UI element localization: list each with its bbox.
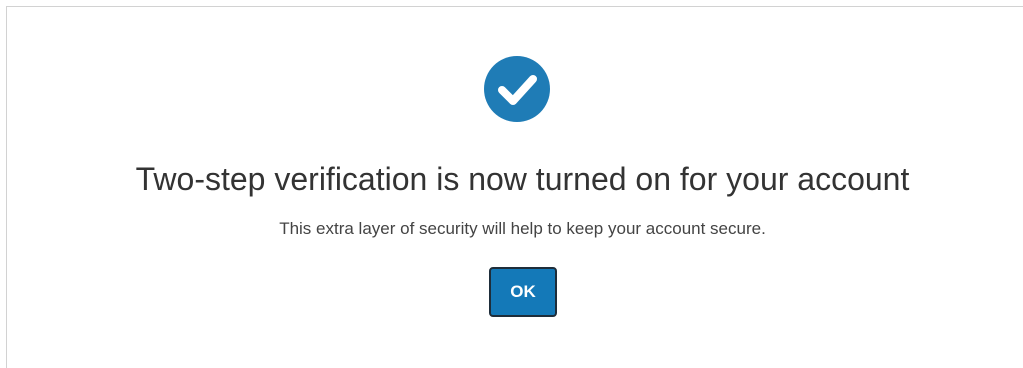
screen: Two-step verification is now turned on f… xyxy=(0,0,1023,368)
check-circle-icon xyxy=(484,56,550,122)
checkmark-icon xyxy=(498,75,537,105)
dialog-title: Two-step verification is now turned on f… xyxy=(135,161,910,197)
ok-button[interactable]: OK xyxy=(489,267,557,317)
confirmation-dialog: Two-step verification is now turned on f… xyxy=(6,6,1023,368)
dialog-message: This extra layer of security will help t… xyxy=(279,219,766,238)
